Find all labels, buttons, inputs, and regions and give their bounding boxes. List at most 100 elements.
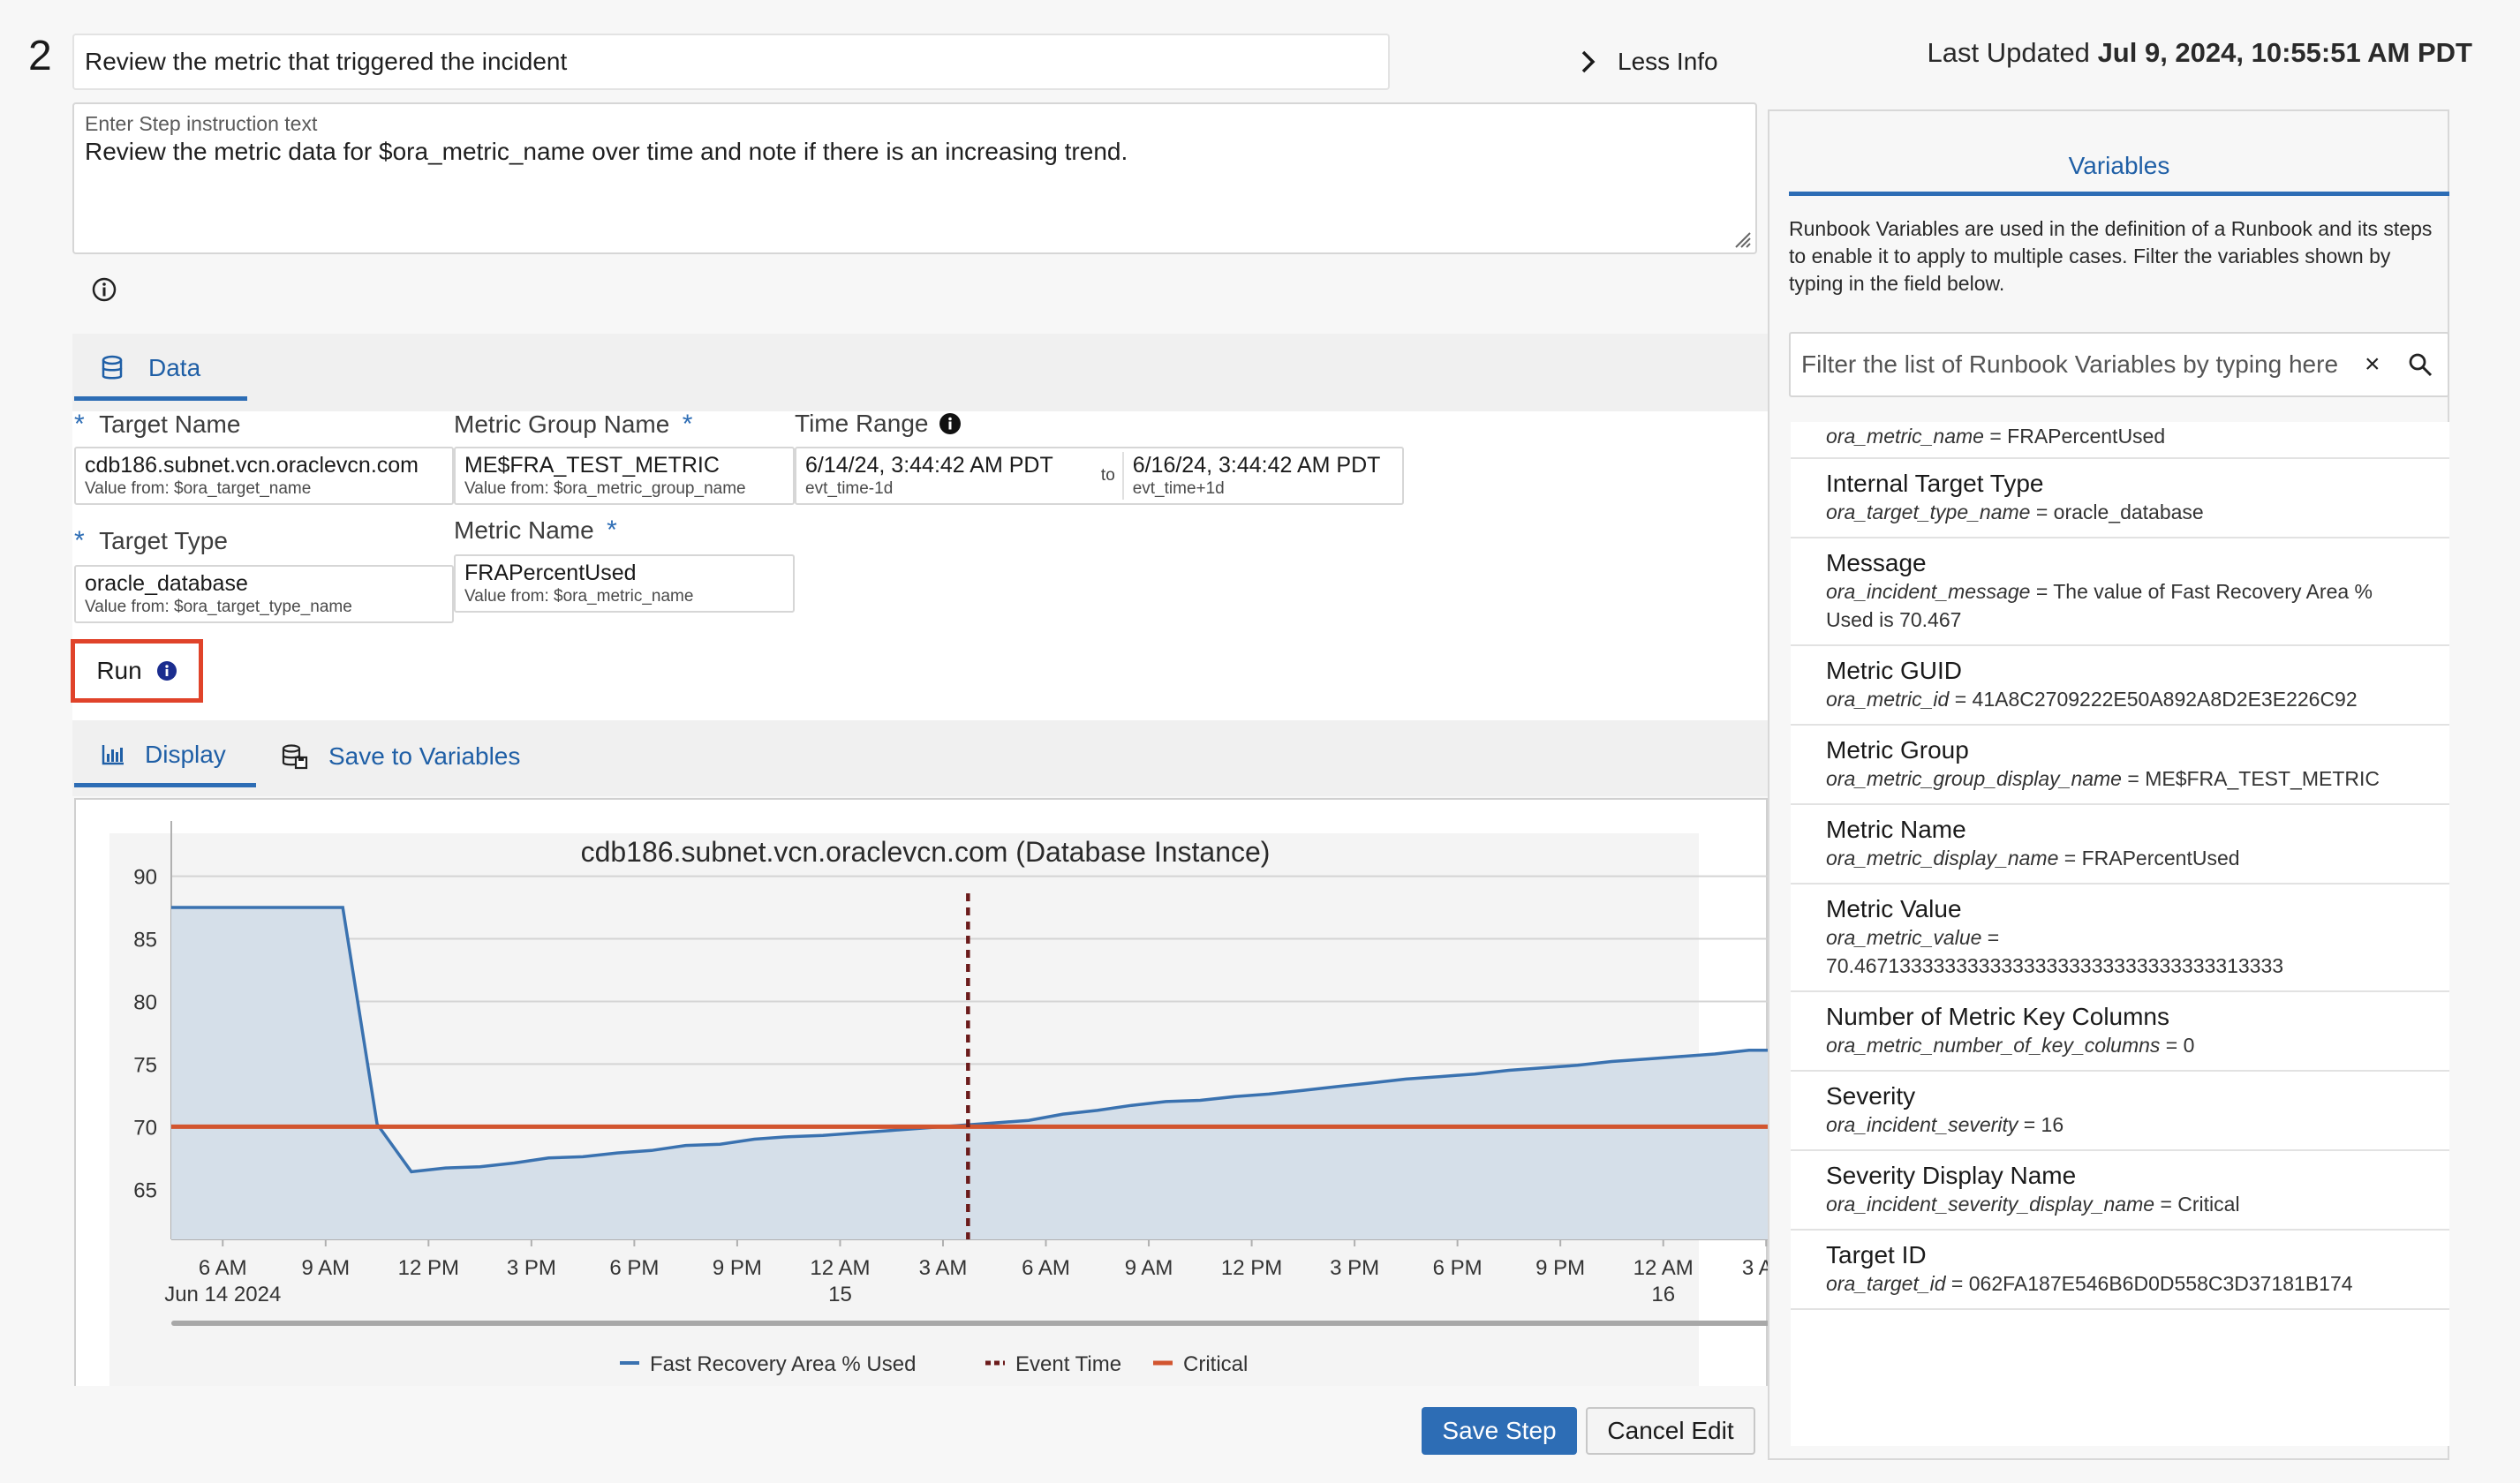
time-to-expr: evt_time+1d (1132, 479, 1225, 498)
variable-item[interactable]: Message ora_incident_message = The value … (1791, 538, 2449, 646)
variable-name: ora_metric_value (1826, 926, 1982, 949)
y-tick-label: 80 (133, 990, 157, 1014)
variable-item[interactable]: Number of Metric Key Columns ora_metric_n… (1791, 992, 2449, 1072)
required-mark: * (607, 516, 617, 545)
info-circle-icon[interactable] (90, 275, 118, 304)
variables-filter[interactable]: × (1789, 332, 2449, 397)
tab-save-to-variables[interactable]: Save to Variables (281, 726, 520, 787)
x-tick-label: 6 AM (1022, 1256, 1070, 1280)
variable-item[interactable]: Target ID ora_target_id = 062FA187E546B6D… (1791, 1231, 2449, 1310)
variable-item[interactable]: Metric GUID ora_metric_id = 41A8C2709222E… (1791, 646, 2449, 726)
run-button[interactable]: Run (71, 639, 203, 703)
variable-item[interactable]: ora_metric_name = FRAPercentUsed (1791, 422, 2449, 459)
clear-icon[interactable]: × (2365, 350, 2380, 380)
tab-data-label: Data (148, 353, 201, 381)
x-tick-label: 3 AM (919, 1256, 968, 1280)
time-range-label-row: Time Range (795, 410, 962, 438)
time-range-from[interactable]: 6/14/24, 3:44:42 AM PDT evt_time-1d (805, 452, 1094, 500)
metric-chart: cdb186.subnet.vcn.oraclevcn.com (Databas… (133, 821, 1768, 1376)
x-tick-sublabel: 16 (1651, 1283, 1675, 1306)
step-title-input[interactable]: Review the metric that triggered the inc… (72, 34, 1390, 90)
variable-name: ora_target_id (1826, 1272, 1946, 1295)
target-type-label: Target Type (99, 527, 228, 554)
variable-expression: ora_incident_severity = 16 (1826, 1110, 2414, 1139)
x-tick-sublabel: Jun 14 2024 (164, 1283, 281, 1306)
target-name-source: Value from: $ora_target_name (85, 479, 312, 498)
x-tick-sublabel: 15 (828, 1283, 852, 1306)
legend-label-critical: Critical (1183, 1352, 1248, 1376)
search-icon[interactable] (2407, 351, 2433, 378)
x-tick-label: 9 AM (1125, 1256, 1173, 1280)
step-instruction-textarea[interactable]: Enter Step instruction text Review the m… (72, 102, 1757, 254)
chart-scrollbar[interactable] (171, 1321, 1768, 1326)
variable-expression: ora_target_type_name = oracle_database (1826, 498, 2414, 526)
tab-display[interactable]: Display (74, 726, 256, 787)
target-type-field[interactable]: oracle_database Value from: $ora_target_… (74, 565, 454, 623)
required-mark: * (74, 410, 85, 439)
resize-grip-icon[interactable] (1732, 230, 1752, 249)
x-tick-label: 3 PM (1330, 1256, 1379, 1280)
variable-item[interactable]: Severity ora_incident_severity = 16 (1791, 1072, 2449, 1151)
tab-save-label: Save to Variables (328, 742, 521, 770)
metric-group-label: Metric Group Name (454, 410, 670, 438)
metric-name-label-row: Metric Name * (454, 516, 617, 546)
variable-item[interactable]: Metric Group ora_metric_group_display_nam… (1791, 726, 2449, 805)
variable-item[interactable]: Severity Display Name ora_incident_severi… (1791, 1151, 2449, 1231)
tab-display-label: Display (145, 740, 226, 768)
y-tick-label: 70 (133, 1116, 157, 1140)
metric-group-field[interactable]: ME$FRA_TEST_METRIC Value from: $ora_metr… (454, 447, 795, 505)
variables-list: ora_metric_name = FRAPercentUsed Internal… (1791, 422, 2449, 1446)
target-name-field[interactable]: cdb186.subnet.vcn.oraclevcn.com Value fr… (74, 447, 454, 505)
metric-group-value: ME$FRA_TEST_METRIC (464, 453, 720, 478)
y-tick-label: 85 (133, 929, 157, 952)
cancel-edit-button[interactable]: Cancel Edit (1586, 1407, 1755, 1455)
variable-value: = 0 (2160, 1034, 2195, 1057)
info-filled-icon[interactable] (939, 412, 962, 435)
database-icon (102, 355, 123, 379)
y-tick-label: 75 (133, 1053, 157, 1077)
x-tick-label: 12 AM (810, 1256, 870, 1280)
less-info-toggle[interactable]: Less Info (1581, 35, 1718, 88)
variable-value: = oracle_database (2030, 501, 2204, 523)
last-updated-value: Jul 9, 2024, 10:55:51 AM PDT (2097, 37, 2472, 68)
target-name-label: Target Name (99, 410, 241, 438)
time-range-to[interactable]: 6/16/24, 3:44:42 AM PDT evt_time+1d (1121, 452, 1393, 500)
variable-title: Severity Display Name (1826, 1162, 2077, 1189)
variable-title: Metric Name (1826, 816, 1966, 843)
variable-name: ora_incident_message (1826, 580, 2031, 603)
target-name-value: cdb186.subnet.vcn.oraclevcn.com (85, 453, 419, 478)
time-range-field[interactable]: 6/14/24, 3:44:42 AM PDT evt_time-1d to 6… (795, 447, 1404, 505)
time-range-separator: to (1100, 466, 1115, 485)
x-tick-label: 6 AM (199, 1256, 247, 1280)
variables-filter-input[interactable] (1799, 350, 2361, 380)
variable-title: Metric Group (1826, 736, 1969, 764)
variable-item[interactable]: Internal Target Type ora_target_type_name… (1791, 459, 2449, 538)
variable-expression: ora_incident_message = The value of Fast… (1826, 577, 2414, 634)
variable-item[interactable]: Metric Name ora_metric_display_name = FRA… (1791, 805, 2449, 885)
save-step-button[interactable]: Save Step (1422, 1407, 1577, 1455)
variable-value: = ME$FRA_TEST_METRIC (2121, 767, 2380, 790)
time-range-label: Time Range (795, 410, 929, 437)
time-from-value: 6/14/24, 3:44:42 AM PDT (805, 453, 1053, 478)
instruction-label: Enter Step instruction text (85, 112, 318, 135)
variable-name: ora_target_type_name (1826, 501, 2031, 523)
variable-name: ora_metric_number_of_key_columns (1826, 1034, 2161, 1057)
y-tick-label: 90 (133, 866, 157, 890)
tab-data[interactable]: Data (74, 339, 247, 401)
variable-title: Internal Target Type (1826, 470, 2044, 497)
bar-chart-icon (102, 744, 124, 764)
x-tick-label: 12 PM (1221, 1256, 1282, 1280)
variable-item[interactable]: Metric Value ora_metric_value = 70.467133… (1791, 885, 2449, 992)
last-updated: Last Updated Jul 9, 2024, 10:55:51 AM PD… (1928, 37, 2472, 69)
x-tick-label: 12 PM (398, 1256, 459, 1280)
x-tick-label: 12 AM (1633, 1256, 1694, 1280)
tab-variables[interactable]: Variables (1789, 145, 2449, 196)
variable-expression: ora_incident_severity_display_name = Cri… (1826, 1190, 2414, 1218)
target-name-label-row: * Target Name (74, 410, 240, 440)
variable-value: = 062FA187E546B6D0D558C3D37181B174 (1945, 1272, 2353, 1295)
variable-value: = FRAPercentUsed (1983, 425, 2166, 448)
metric-name-field[interactable]: FRAPercentUsed Value from: $ora_metric_n… (454, 554, 795, 613)
variable-value: = FRAPercentUsed (2058, 847, 2240, 869)
variable-title: Metric GUID (1826, 657, 1962, 684)
time-to-value: 6/16/24, 3:44:42 AM PDT (1132, 453, 1381, 478)
